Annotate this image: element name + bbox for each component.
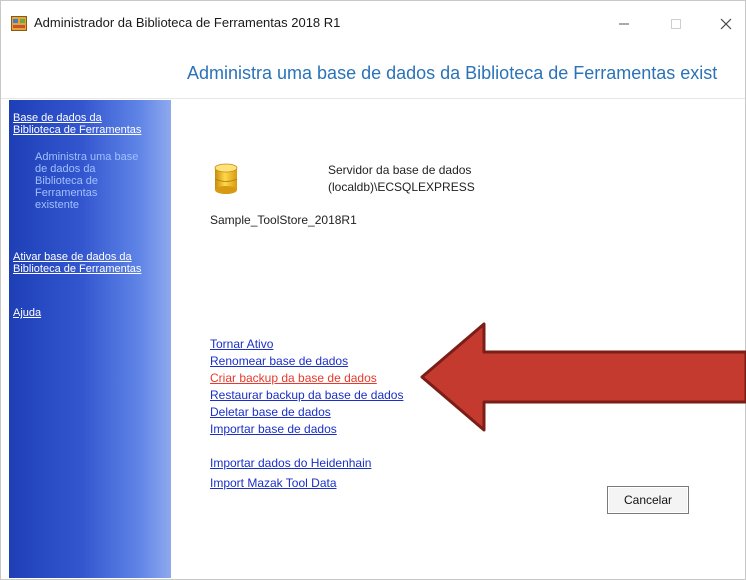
title-bar: Administrador da Biblioteca de Ferrament… (1, 1, 745, 45)
rename-database-link[interactable]: Renomear base de dados (210, 354, 348, 368)
make-active-link[interactable]: Tornar Ativo (210, 337, 273, 351)
window-title: Administrador da Biblioteca de Ferrament… (34, 15, 341, 30)
sidebar-item-activate-database[interactable]: Ativar base de dados da Biblioteca de Fe… (13, 251, 143, 275)
sidebar-item-database[interactable]: Base de dados da Biblioteca de Ferrament… (13, 112, 143, 136)
page-header: Administra uma base de dados da Bibliote… (1, 47, 745, 99)
cancel-button[interactable]: Cancelar (607, 486, 689, 514)
page-title: Administra uma base de dados da Bibliote… (187, 63, 718, 83)
server-value: (localdb)\ECSQLEXPRESS (328, 180, 475, 194)
minimize-icon (619, 23, 629, 25)
close-icon (720, 18, 732, 30)
maximize-button[interactable] (653, 7, 699, 41)
database-name: Sample_ToolStore_2018R1 (210, 213, 357, 227)
database-icon (214, 163, 238, 194)
server-label: Servidor da base de dados (328, 163, 472, 177)
close-button[interactable] (703, 7, 746, 41)
sidebar-nav: Base de dados da Biblioteca de Ferrament… (9, 100, 171, 578)
sidebar-subitem-manage-existing[interactable]: Administra uma base de dados da Bibliote… (35, 151, 143, 211)
main-content: Servidor da base de dados (localdb)\ECSQ… (172, 100, 746, 578)
import-database-link[interactable]: Importar base de dados (210, 422, 337, 436)
import-heidenhain-link[interactable]: Importar dados do Heidenhain (210, 456, 371, 470)
delete-database-link[interactable]: Deletar base de dados (210, 405, 331, 419)
toolbox-app-icon (11, 16, 27, 31)
minimize-button[interactable] (601, 7, 647, 41)
red-arrow-annotation (420, 322, 746, 432)
import-mazak-link[interactable]: Import Mazak Tool Data (210, 476, 337, 490)
create-backup-link[interactable]: Criar backup da base de dados (210, 371, 377, 385)
maximize-icon (671, 19, 681, 29)
sidebar-item-help[interactable]: Ajuda (13, 307, 143, 319)
app-window: Administrador da Biblioteca de Ferrament… (0, 0, 746, 580)
restore-backup-link[interactable]: Restaurar backup da base de dados (210, 388, 403, 402)
